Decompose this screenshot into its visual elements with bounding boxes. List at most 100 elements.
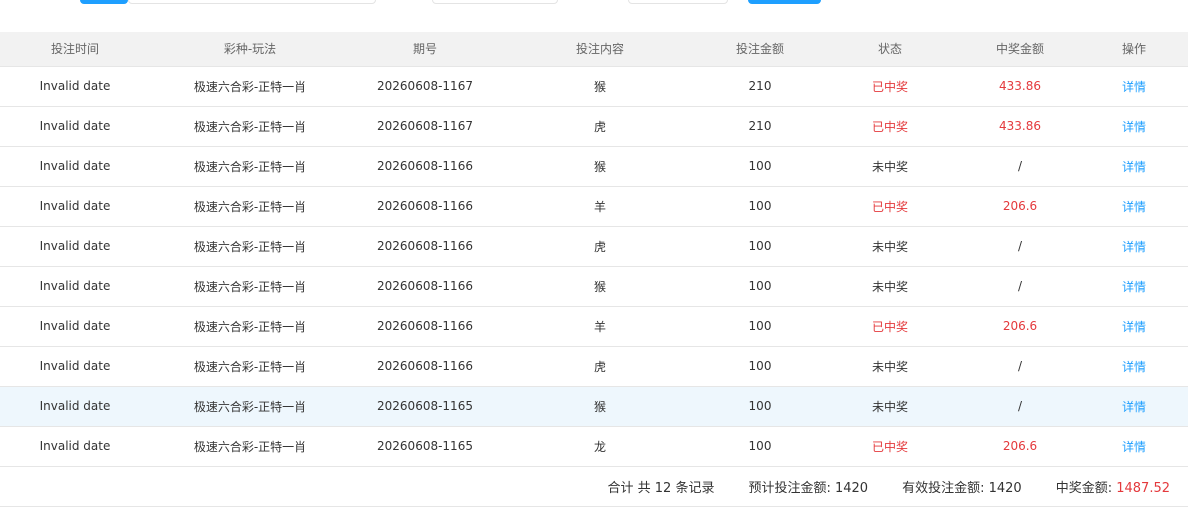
cell-amount: 100	[748, 159, 772, 173]
cell-bet-time: Invalid date	[39, 119, 111, 133]
cell-prize: 433.86	[960, 106, 1080, 147]
cell-status: 已中奖	[820, 306, 960, 347]
cell-prize: 206.6	[960, 306, 1080, 347]
detail-link[interactable]: 详情	[1122, 200, 1146, 214]
cell-amount: 100	[748, 399, 772, 413]
detail-link[interactable]: 详情	[1122, 360, 1146, 374]
cell-bet-time: Invalid date	[39, 319, 111, 333]
cell-amount: 210	[748, 79, 772, 93]
search-button[interactable]	[748, 0, 821, 4]
cell-prize: /	[960, 266, 1080, 307]
cell-prize: /	[1017, 159, 1023, 173]
cell-game: 极速六合彩-正特一肖	[150, 426, 350, 467]
prize-amount-value: 1487.52	[1116, 481, 1170, 496]
cell-game: 极速六合彩-正特一肖	[150, 386, 350, 427]
cell-amount: 100	[700, 426, 820, 467]
cell-status: 未中奖	[871, 239, 908, 254]
detail-link[interactable]: 详情	[1122, 80, 1146, 94]
table-row: Invalid date 极速六合彩-正特一肖 20260608-1167 虎 210 已…	[0, 106, 1188, 147]
cell-amount: 100	[700, 306, 820, 347]
cell-prize: /	[1017, 279, 1023, 293]
valid-amount-value: 1420	[988, 481, 1022, 496]
cell-bet-time: Invalid date	[0, 306, 150, 347]
cell-bet-time: Invalid date	[39, 359, 111, 373]
detail-link[interactable]: 详情	[1122, 320, 1146, 334]
cell-issue: 20260608-1165	[377, 399, 473, 413]
cell-prize: /	[1017, 359, 1023, 373]
cell-status: 已中奖	[871, 199, 908, 214]
detail-link[interactable]: 详情	[1122, 400, 1146, 414]
cell-bet-time: Invalid date	[39, 399, 111, 413]
table-row: Invalid date 极速六合彩-正特一肖 20260608-1165 猴 100 未…	[0, 386, 1188, 427]
filter-select-2[interactable]	[628, 0, 728, 4]
header-status: 状态	[820, 32, 960, 67]
detail-link[interactable]: 详情	[1122, 120, 1146, 134]
cell-bet-time: Invalid date	[0, 146, 150, 187]
cell-action: 详情	[1080, 386, 1188, 427]
cell-content: 龙	[500, 426, 700, 467]
cell-game: 极速六合彩-正特一肖	[193, 79, 307, 94]
filter-tab-active[interactable]	[80, 0, 128, 4]
cell-status: 未中奖	[871, 159, 908, 174]
cell-status: 未中奖	[871, 359, 908, 374]
cell-content: 羊	[500, 306, 700, 347]
cell-bet-time: Invalid date	[0, 266, 150, 307]
header-content: 投注内容	[500, 32, 700, 67]
cell-amount: 100	[748, 359, 772, 373]
cell-status: 已中奖	[871, 319, 908, 334]
cell-issue: 20260608-1166	[377, 199, 473, 213]
filter-input[interactable]	[128, 0, 376, 4]
expected-amount-value: 1420	[834, 481, 869, 496]
cell-bet-time: Invalid date	[39, 199, 111, 213]
detail-link[interactable]: 详情	[1122, 240, 1146, 254]
cell-content: 猴	[500, 266, 700, 307]
summary-bar: 合计 共 12 条记录 预计投注金额: 1420 有效投注金额: 1420 中奖…	[0, 467, 1188, 507]
cell-content: 虎	[593, 119, 606, 134]
cell-amount: 210	[700, 66, 820, 107]
filter-select-1[interactable]	[432, 0, 558, 4]
cell-prize: 433.86	[999, 79, 1041, 93]
table-row: Invalid date 极速六合彩-正特一肖 20260608-1165 龙 100 已…	[0, 426, 1188, 467]
cell-status: 已中奖	[820, 426, 960, 467]
cell-status: 未中奖	[871, 279, 908, 294]
cell-amount: 100	[748, 279, 772, 293]
cell-prize: 433.86	[960, 66, 1080, 107]
cell-bet-time: Invalid date	[0, 106, 150, 147]
cell-game: 极速六合彩-正特一肖	[150, 106, 350, 147]
detail-link[interactable]: 详情	[1122, 280, 1146, 294]
cell-status: 未中奖	[820, 226, 960, 267]
cell-bet-time: Invalid date	[0, 186, 150, 227]
bet-records-table: 投注时间 彩种-玩法 期号 投注内容 投注金额 状态 中奖金额 操作 Inval…	[0, 32, 1188, 467]
cell-bet-time: Invalid date	[0, 226, 150, 267]
header-bet-time: 投注时间	[0, 32, 150, 67]
cell-issue: 20260608-1166	[377, 159, 473, 173]
cell-content: 羊	[500, 186, 700, 227]
cell-issue: 20260608-1166	[377, 279, 473, 293]
cell-bet-time: Invalid date	[0, 346, 150, 387]
cell-issue: 20260608-1166	[350, 146, 500, 187]
cell-prize: /	[960, 386, 1080, 427]
cell-prize: 206.6	[1002, 319, 1038, 333]
detail-link[interactable]: 详情	[1122, 160, 1146, 174]
cell-amount: 100	[748, 239, 772, 253]
cell-status: 未中奖	[871, 399, 908, 414]
valid-amount: 有效投注金额: 1420	[902, 477, 1022, 496]
table-row: Invalid date 极速六合彩-正特一肖 20260608-1166 猴 100 未…	[0, 266, 1188, 307]
cell-issue: 20260608-1166	[350, 186, 500, 227]
cell-issue: 20260608-1167	[350, 66, 500, 107]
table-row: Invalid date 极速六合彩-正特一肖 20260608-1166 羊 100 已…	[0, 186, 1188, 227]
cell-bet-time: Invalid date	[0, 66, 150, 107]
cell-prize: /	[960, 146, 1080, 187]
detail-link[interactable]: 详情	[1122, 440, 1146, 454]
prize-amount: 中奖金额: 1487.52	[1056, 477, 1170, 496]
cell-issue: 20260608-1167	[377, 79, 473, 93]
cell-status: 已中奖	[871, 119, 908, 134]
cell-prize: 206.6	[960, 426, 1080, 467]
cell-amount: 100	[748, 319, 772, 333]
cell-content: 猴	[500, 146, 700, 187]
cell-action: 详情	[1080, 106, 1188, 147]
cell-game: 极速六合彩-正特一肖	[193, 199, 307, 214]
cell-content: 虎	[593, 239, 606, 254]
cell-content: 猴	[593, 399, 606, 414]
cell-game: 极速六合彩-正特一肖	[193, 239, 307, 254]
